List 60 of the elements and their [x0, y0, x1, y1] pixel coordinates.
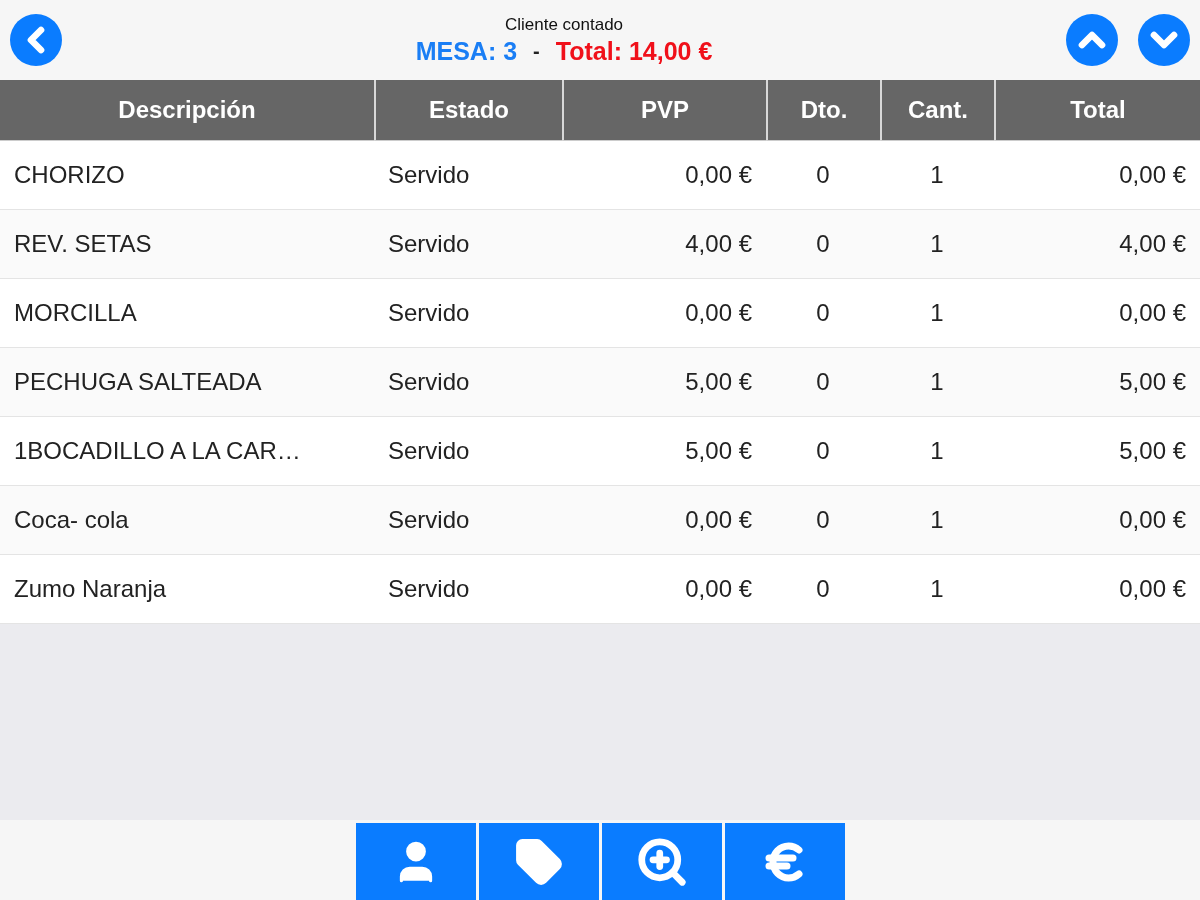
customer-button[interactable]	[355, 823, 476, 900]
pay-button[interactable]	[724, 823, 845, 900]
discount-cell: 0	[766, 417, 880, 486]
price-cell: 5,00 €	[562, 348, 766, 417]
description-cell: PECHUGA SALTEADA	[0, 348, 374, 417]
column-header: Estado	[374, 80, 562, 141]
status-cell: Servido	[374, 555, 562, 624]
discount-cell: 0	[766, 555, 880, 624]
quantity-cell: 1	[880, 279, 994, 348]
column-header: Dto.	[766, 80, 880, 141]
description-cell: CHORIZO	[0, 141, 374, 210]
column-header: PVP	[562, 80, 766, 141]
description-cell: Coca- cola	[0, 486, 374, 555]
price-cell: 0,00 €	[562, 486, 766, 555]
quantity-cell: 1	[880, 210, 994, 279]
total-cell: 0,00 €	[994, 141, 1200, 210]
total-cell: 0,00 €	[994, 555, 1200, 624]
status-cell: Servido	[374, 348, 562, 417]
column-header: Descripción	[0, 80, 374, 141]
zoom-button[interactable]	[601, 823, 722, 900]
quantity-cell: 1	[880, 348, 994, 417]
discount-cell: 0	[766, 141, 880, 210]
discount-cell: 0	[766, 210, 880, 279]
column-header: Total	[994, 80, 1200, 141]
discount-cell: 0	[766, 279, 880, 348]
quantity-cell: 1	[880, 555, 994, 624]
quantity-cell: 1	[880, 486, 994, 555]
quantity-cell: 1	[880, 417, 994, 486]
description-cell: 1BOCADILLO A LA CAR…	[0, 417, 374, 486]
price-cell: 0,00 €	[562, 555, 766, 624]
tag-button[interactable]	[478, 823, 599, 900]
total-cell: 4,00 €	[994, 210, 1200, 279]
total-cell: 5,00 €	[994, 417, 1200, 486]
back-button[interactable]	[10, 14, 62, 66]
price-cell: 5,00 €	[562, 417, 766, 486]
status-cell: Servido	[374, 417, 562, 486]
quantity-cell: 1	[880, 141, 994, 210]
description-cell: REV. SETAS	[0, 210, 374, 279]
status-cell: Servido	[374, 141, 562, 210]
tag-icon	[513, 836, 564, 887]
price-cell: 4,00 €	[562, 210, 766, 279]
price-cell: 0,00 €	[562, 279, 766, 348]
total-cell: 5,00 €	[994, 348, 1200, 417]
scroll-down-button[interactable]	[1138, 14, 1190, 66]
status-cell: Servido	[374, 486, 562, 555]
status-cell: Servido	[374, 210, 562, 279]
total-cell: 0,00 €	[994, 279, 1200, 348]
description-cell: MORCILLA	[0, 279, 374, 348]
discount-cell: 0	[766, 486, 880, 555]
price-cell: 0,00 €	[562, 141, 766, 210]
column-header: Cant.	[880, 80, 994, 141]
discount-cell: 0	[766, 348, 880, 417]
order-total: Total: 14,00 €	[555, 36, 713, 66]
total-cell: 0,00 €	[994, 486, 1200, 555]
description-cell: Zumo Naranja	[0, 555, 374, 624]
customer-name: Cliente contado	[504, 14, 624, 35]
separator: -	[533, 39, 540, 63]
table-number: MESA: 3	[415, 36, 518, 66]
scroll-up-button[interactable]	[1066, 14, 1118, 66]
status-cell: Servido	[374, 279, 562, 348]
